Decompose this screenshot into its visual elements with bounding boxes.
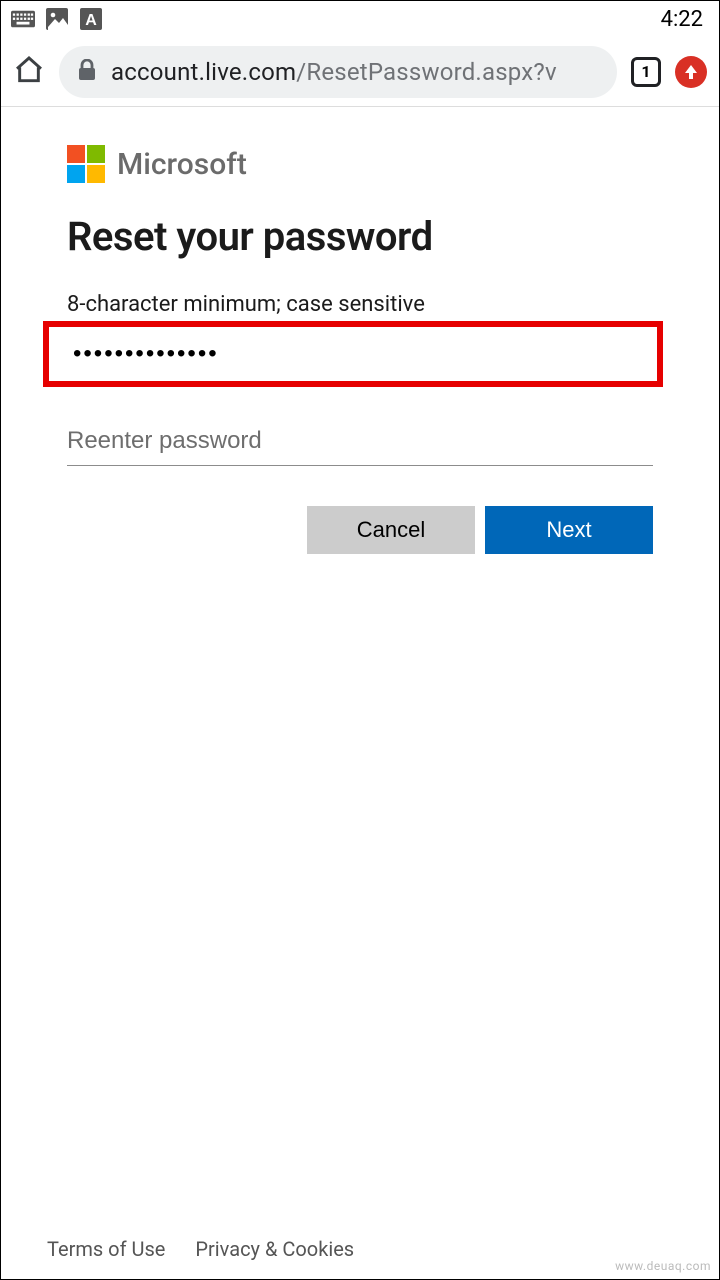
page-title: Reset your password (67, 213, 653, 260)
terms-link[interactable]: Terms of Use (47, 1237, 165, 1261)
brand-name: Microsoft (117, 147, 247, 182)
browser-toolbar: account.live.com/ResetPassword.aspx?v 1 (1, 37, 719, 107)
svg-text:A: A (85, 12, 97, 29)
status-icons: A (11, 9, 103, 29)
password-input[interactable] (73, 340, 633, 368)
font-icon: A (79, 9, 103, 29)
keyboard-icon (11, 9, 35, 29)
tab-count: 1 (641, 62, 650, 81)
watermark: www.deuaq.com (615, 1259, 711, 1273)
button-row: Cancel Next (67, 506, 653, 554)
microsoft-logo-icon (67, 145, 105, 183)
address-bar[interactable]: account.live.com/ResetPassword.aspx?v (59, 46, 617, 98)
reenter-field-container (67, 427, 653, 466)
status-time: 4:22 (661, 7, 709, 32)
address-domain: account.live.com (111, 58, 296, 86)
address-text: account.live.com/ResetPassword.aspx?v (111, 58, 557, 86)
footer: Terms of Use Privacy & Cookies (1, 1223, 719, 1275)
privacy-link[interactable]: Privacy & Cookies (195, 1237, 354, 1261)
password-field-highlight (43, 321, 663, 387)
reenter-password-input[interactable] (67, 427, 653, 455)
page-content: Microsoft Reset your password 8-characte… (1, 107, 719, 554)
cancel-button[interactable]: Cancel (307, 506, 475, 554)
tabs-button[interactable]: 1 (631, 57, 661, 87)
status-bar: A 4:22 (1, 1, 719, 37)
address-path: /ResetPassword.aspx?v (296, 58, 557, 86)
password-field-container (43, 321, 663, 387)
update-icon[interactable] (675, 56, 707, 88)
brand-header: Microsoft (67, 145, 653, 183)
password-hint: 8-character minimum; case sensitive (67, 292, 653, 317)
lock-icon (77, 59, 97, 85)
image-icon (45, 9, 69, 29)
home-icon[interactable] (13, 54, 45, 90)
next-button[interactable]: Next (485, 506, 653, 554)
